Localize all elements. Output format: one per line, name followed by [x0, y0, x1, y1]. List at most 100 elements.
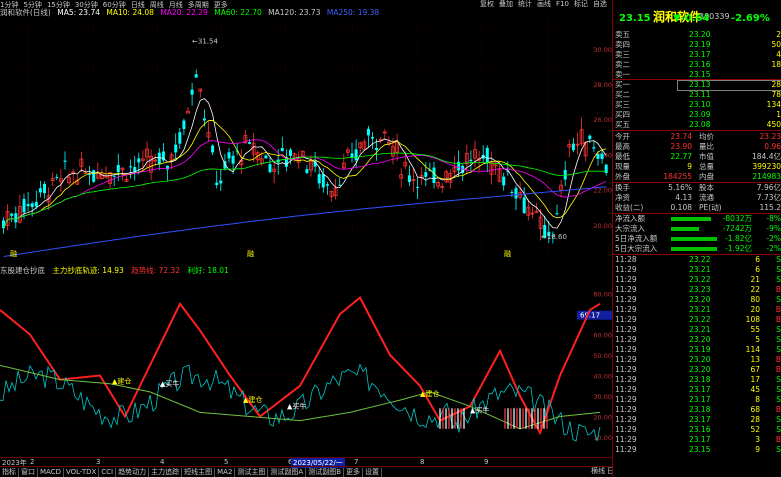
tick-side: B [776, 315, 781, 325]
flow-value: -1.92亿 [725, 244, 752, 254]
candle-body [14, 213, 17, 222]
tick-volume: 21 [750, 275, 760, 285]
tick-time: 11:29 [615, 345, 637, 355]
tick-time: 11:29 [615, 355, 637, 365]
menu-item-8[interactable]: 多周期 [188, 1, 209, 8]
candle-body [556, 213, 559, 214]
menu-right-3[interactable]: 画线 [537, 0, 551, 8]
signal-label: ▲买牛 [470, 405, 489, 414]
stat-row: 现量9总量399230 [613, 162, 781, 172]
menu-right-2[interactable]: 统计 [518, 0, 532, 8]
tick-time: 11:29 [615, 395, 637, 405]
tick-row: 11:2923.159S [613, 445, 781, 455]
tick-time: 11:29 [615, 375, 637, 385]
tick-price: 23.17 [689, 415, 710, 425]
candlestick-chart[interactable]: 30.0028.0026.0024.0022.0020.00←31.54←18.… [0, 18, 612, 260]
flow-row: 大宗流入-7242万-9% [613, 224, 781, 234]
tick-row: 11:2823.226S [613, 255, 781, 265]
candle-body [191, 90, 194, 95]
candle-body [182, 121, 185, 130]
tick-row: 11:2923.2067B [613, 365, 781, 375]
tick-side: S [776, 335, 781, 345]
y-tick-label: 30.00 [593, 46, 612, 54]
tick-side: S [776, 445, 781, 455]
menu-right-0[interactable]: 复权 [480, 0, 494, 8]
menu-item-9[interactable]: 更多 [214, 1, 228, 8]
ask-row: 卖三23.174 [613, 50, 781, 60]
y-tick-label: 30.00 [593, 393, 612, 401]
tick-side: B [776, 435, 781, 445]
menu-right-5[interactable]: 标记 [574, 0, 588, 8]
tick-volume: 5 [755, 335, 760, 345]
stat-value: 184255 [663, 172, 692, 182]
candle-body [424, 172, 427, 177]
stat-label: 内盘 [699, 172, 714, 182]
tick-volume: 3 [755, 435, 760, 445]
candle-body [351, 153, 354, 157]
menu-item-4[interactable]: 60分钟 [103, 1, 126, 8]
tick-side: B [776, 305, 781, 315]
tick-row: 11:2923.216S [613, 265, 781, 275]
date-label: 5 [224, 458, 228, 466]
ma250-label: MA250: 19.38 [327, 8, 379, 17]
tick-volume: 114 [746, 345, 760, 355]
tick-price: 23.18 [689, 405, 710, 415]
indicator-line3: 利好: 18.01 [187, 266, 228, 275]
flow-bar [671, 247, 717, 251]
menu-item-1[interactable]: 5分钟 [23, 1, 41, 8]
tick-time: 11:28 [615, 255, 637, 265]
stat-label: 市值 [699, 152, 714, 162]
candle-body [510, 192, 513, 193]
candle-body [211, 146, 214, 153]
low-price-label: ←18.60 [541, 233, 567, 241]
candle-body [35, 202, 38, 207]
stat-label: PE(动) [699, 203, 722, 213]
stat-value: 115.2 [760, 203, 781, 213]
menu-item-5[interactable]: 日线 [131, 1, 145, 8]
candle-body [601, 154, 604, 159]
ma120-label: MA120: 23.73 [268, 8, 320, 17]
candle-body [117, 165, 120, 172]
menu-right-1[interactable]: 叠加 [499, 0, 513, 8]
candle-body [88, 174, 91, 175]
stat-row: 净资4.13流通7.73亿 [613, 193, 781, 203]
tick-side: S [776, 345, 781, 355]
period-menu: 1分钟 5分钟 15分钟 30分钟 60分钟日线周线月线多周期更多 复权叠加统计画线 F10… [0, 0, 612, 8]
view-toggle[interactable]: 横线 [590, 467, 606, 475]
menu-right-4[interactable]: F10 [556, 0, 569, 8]
bid-label: 买四 [615, 110, 630, 120]
tick-row: 11:2923.22108B [613, 315, 781, 325]
stat-label: 外盘 [615, 172, 630, 182]
menu-item-0[interactable]: 1分钟 [0, 1, 18, 8]
ask-row: 卖二23.1618 [613, 60, 781, 70]
indicator-chart[interactable]: 80.0070.0060.0050.0040.0030.0020.0010.00… [0, 277, 612, 455]
menu-item-2[interactable]: 15分钟 [47, 1, 70, 8]
menu-item-3[interactable]: 30分钟 [75, 1, 98, 8]
tick-volume: 6 [755, 255, 760, 265]
indicator-tabs: 指标窗口MACDVOL-TDXCCI趋势动力主力追踪短线主图MA2测试主图测试副… [0, 466, 612, 477]
candle-body [367, 129, 370, 136]
bid-price: 23.11 [689, 90, 710, 100]
stat-row: 最高23.90量比0.96 [613, 142, 781, 152]
tick-row: 11:2923.19114S [613, 345, 781, 355]
bid-row: 买二23.1178 [613, 90, 781, 100]
flow-row: 5日大宗流入-1.92亿-2% [613, 244, 781, 254]
menu-item-7[interactable]: 月线 [169, 1, 183, 8]
date-label: 9 [484, 458, 488, 466]
bid-volume: 1 [776, 110, 781, 120]
tick-time: 11:29 [615, 315, 637, 325]
y-tick-label: 20.00 [593, 222, 612, 230]
y-tick-label: 26.00 [593, 116, 612, 124]
menu-item-6[interactable]: 周线 [150, 1, 164, 8]
candle-body [355, 149, 358, 160]
ma5-label: MA5: 23.74 [57, 8, 100, 17]
candle-body [228, 152, 231, 158]
flow-bar [671, 237, 717, 241]
stat-value: 399230 [752, 162, 781, 172]
ask-label: 卖二 [615, 60, 630, 70]
margin-marker: 融 [10, 249, 17, 258]
menu-right-6[interactable]: 自选 [593, 0, 607, 8]
ask-price: 23.16 [689, 60, 710, 70]
ask-label: 卖四 [615, 40, 630, 50]
candle-body [281, 148, 284, 151]
